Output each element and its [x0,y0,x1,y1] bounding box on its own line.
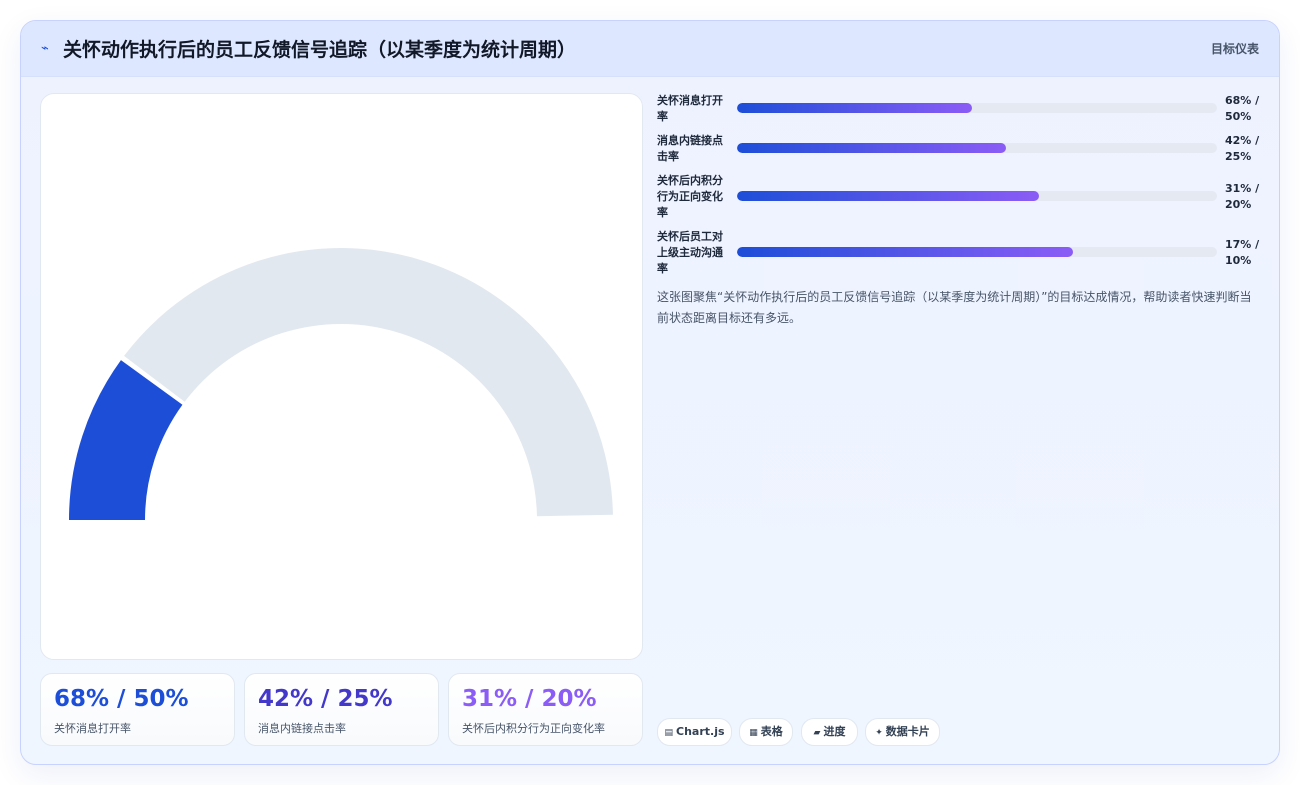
page-title: 关怀动作执行后的员工反馈信号追踪（以某季度为统计周期） [63,39,577,61]
chip-table[interactable]: ▦ 表格 [739,718,793,746]
progress-fill [737,143,1006,153]
progress-fill [737,247,1073,257]
progress-row: 关怀消息打开率 68% / 50% [657,93,1262,127]
stat-card: 68% / 50% 关怀消息打开率 [40,673,235,746]
table-icon: ▦ [749,728,758,738]
progress-fill [737,191,1040,201]
progress-label: 消息内链接点击率 [657,134,723,163]
progress-track [737,191,1217,201]
gauge-card [40,93,643,660]
progress-row: 关怀后员工对上级主动沟通率 17% / 10% [657,229,1262,279]
stat-value: 68% / 50% [54,686,189,712]
card-icon: ✦ [875,728,883,738]
chart-description: 这张图聚焦“关怀动作执行后的员工反馈信号追踪（以某季度为统计周期）”的目标达成情… [657,290,1252,325]
stat-label: 关怀消息打开率 [54,722,131,735]
dashboard-panel: ⌁ 关怀动作执行后的员工反馈信号追踪（以某季度为统计周期） 目标仪表 68% /… [20,20,1280,765]
progress-label: 关怀消息打开率 [657,94,723,123]
progress-track [737,247,1217,257]
stat-value: 42% / 25% [258,686,393,712]
progress-track [737,143,1217,153]
chart-icon: ▤ [664,728,673,738]
progress-value: 31% / 20% [1225,182,1260,211]
gauge-chart [69,248,613,520]
progress-value: 17% / 10% [1225,238,1260,267]
progress-track [737,103,1217,113]
progress-row: 关怀后内积分行为正向变化率 31% / 20% [657,173,1262,223]
gauge-track [124,248,613,517]
stat-card: 42% / 25% 消息内链接点击率 [244,673,439,746]
panel-header: ⌁ 关怀动作执行后的员工反馈信号追踪（以某季度为统计周期） 目标仪表 [21,21,1279,77]
chip-data-card[interactable]: ✦ 数据卡片 [865,718,940,746]
progress-fill [737,103,973,113]
chip-label: 数据卡片 [885,725,930,738]
progress-row: 消息内链接点击率 42% / 25% [657,133,1262,167]
progress-label: 关怀后员工对上级主动沟通率 [657,230,723,275]
stat-label: 关怀后内积分行为正向变化率 [462,722,605,735]
chart-type-badge: 目标仪表 [1210,42,1259,56]
progress-icon: ▰ [813,728,821,738]
stat-card: 31% / 20% 关怀后内积分行为正向变化率 [448,673,643,746]
pulse-icon: ⌁ [41,41,49,56]
progress-label: 关怀后内积分行为正向变化率 [657,174,723,219]
chip-label: 表格 [760,725,783,738]
chip-label: Chart.js [676,725,725,738]
progress-value: 42% / 25% [1225,134,1260,163]
stat-label: 消息内链接点击率 [258,722,346,735]
stat-value: 31% / 20% [462,686,597,712]
chip-progress[interactable]: ▰ 进度 [801,718,858,746]
chip-label: 进度 [823,725,846,738]
progress-value: 68% / 50% [1225,94,1260,123]
chip-chartjs[interactable]: ▤ Chart.js [657,718,732,746]
